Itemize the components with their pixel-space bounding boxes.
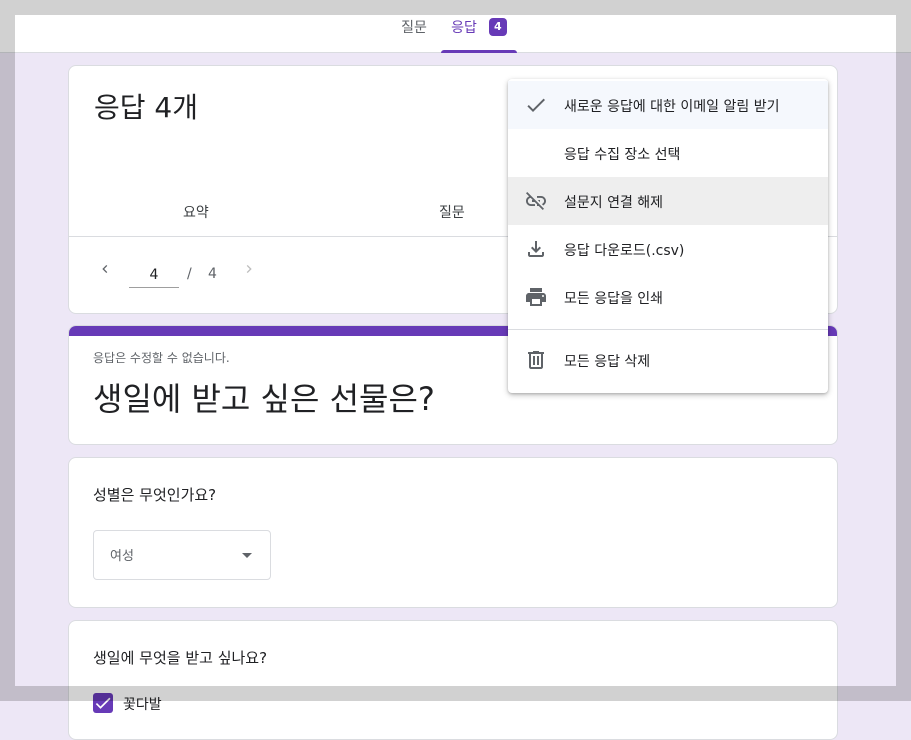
menu-item-label: 응답 수집 장소 선택: [564, 147, 681, 163]
menu-item-label: 모든 응답을 인쇄: [564, 291, 664, 307]
menu-item-email-notifications[interactable]: 새로운 응답에 대한 이메일 알림 받기: [508, 81, 828, 129]
subtab-question[interactable]: 질문: [439, 202, 465, 222]
menu-item-label: 응답 다운로드(.csv): [564, 243, 685, 259]
active-tab-indicator: [441, 50, 517, 53]
menu-divider: [508, 329, 828, 330]
menu-item-label: 모든 응답 삭제: [564, 354, 651, 370]
page-separator: /: [187, 266, 192, 282]
print-icon: [524, 285, 548, 309]
dropdown-arrow-icon: [242, 553, 252, 558]
question-card: 성별은 무엇인가요? 여성: [68, 457, 838, 608]
check-icon: [524, 93, 548, 117]
question-card: 생일에 무엇을 받고 싶나요? 꽃다발: [68, 620, 838, 740]
question-title: 성별은 무엇인가요?: [93, 486, 217, 504]
chevron-right-icon[interactable]: [241, 261, 257, 277]
menu-item-select-destination[interactable]: 응답 수집 장소 선택: [508, 129, 828, 177]
dropdown-value: 여성: [110, 549, 134, 564]
top-navigation-bar: 질문 응답 4: [0, 0, 911, 53]
download-icon: [524, 237, 548, 261]
menu-item-label: 설문지 연결 해제: [564, 195, 664, 211]
responses-more-menu: 새로운 응답에 대한 이메일 알림 받기 응답 수집 장소 선택 설문지 연결 …: [508, 79, 828, 393]
read-only-note: 응답은 수정할 수 없습니다.: [93, 351, 230, 365]
tab-questions[interactable]: 질문: [390, 0, 438, 53]
checkbox-label: 꽃다발: [123, 697, 162, 713]
form-title: 생일에 받고 싶은 선물은?: [93, 380, 435, 418]
menu-item-print-all[interactable]: 모든 응답을 인쇄: [508, 273, 828, 321]
menu-item-delete-all[interactable]: 모든 응답 삭제: [508, 336, 828, 384]
subtab-summary[interactable]: 요약: [183, 202, 209, 222]
tab-questions-label: 질문: [401, 19, 427, 36]
link-off-icon: [524, 189, 548, 213]
response-count-badge: 4: [488, 17, 507, 36]
answer-dropdown[interactable]: 여성: [93, 530, 271, 580]
tab-responses[interactable]: 응답 4: [441, 0, 517, 53]
trash-icon: [524, 348, 548, 372]
menu-item-download-csv[interactable]: 응답 다운로드(.csv): [508, 225, 828, 273]
page-total: 4: [208, 266, 217, 282]
page-number-input[interactable]: [129, 263, 179, 288]
chevron-left-icon[interactable]: [97, 261, 113, 277]
menu-item-label: 새로운 응답에 대한 이메일 알림 받기: [564, 99, 780, 115]
checkbox-checked[interactable]: [93, 693, 113, 713]
menu-item-unlink-form[interactable]: 설문지 연결 해제: [508, 177, 828, 225]
tab-responses-label: 응답: [451, 19, 477, 36]
responses-count-title: 응답 4개: [94, 91, 198, 124]
question-title: 생일에 무엇을 받고 싶나요?: [93, 649, 268, 667]
